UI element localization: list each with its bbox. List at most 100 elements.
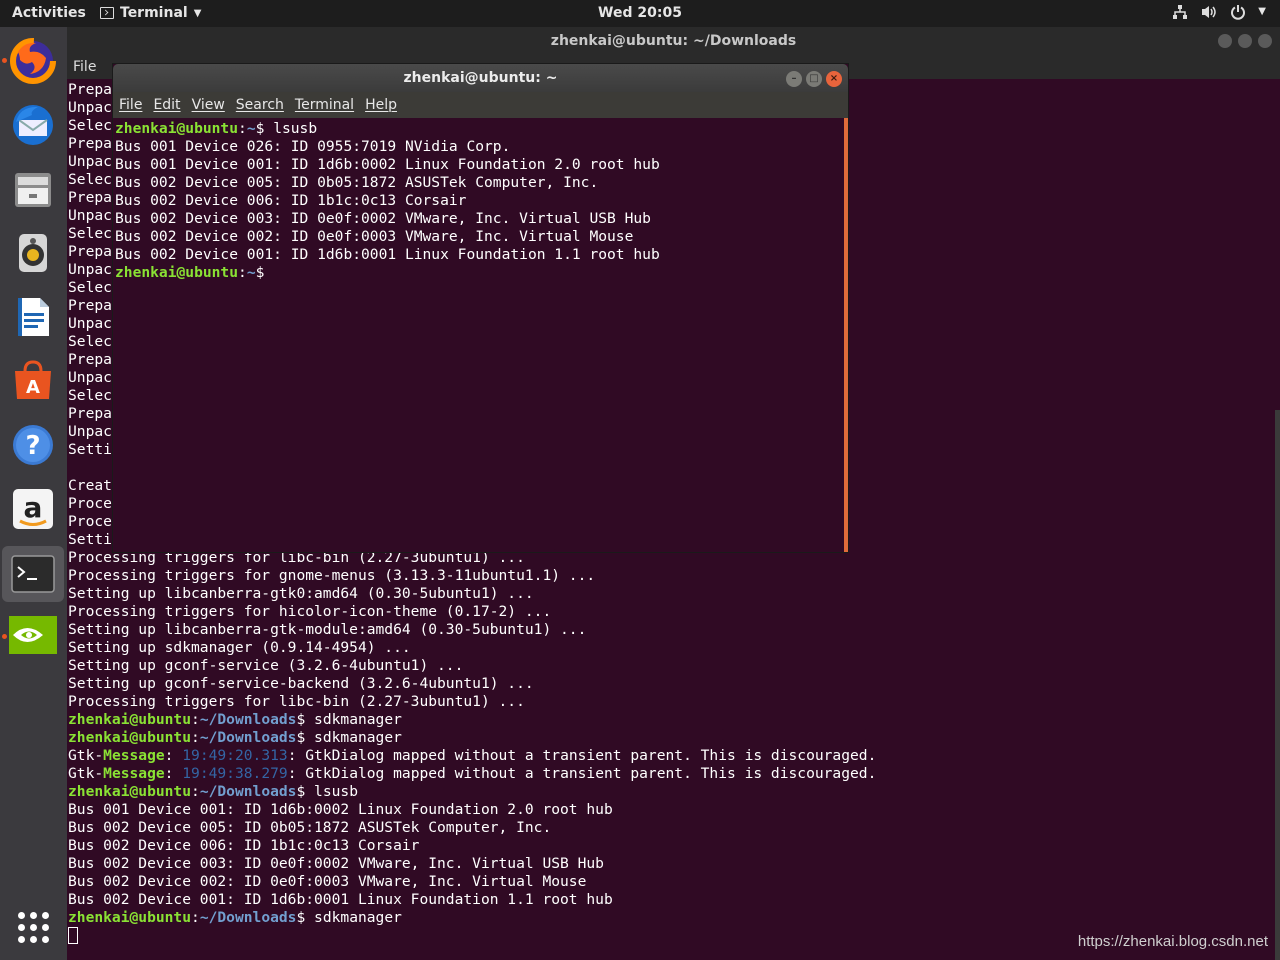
terminal-text: Processing triggers for libc-bin (2.27-3… [68,693,525,710]
prompt-path: ~/Downloads [199,909,297,926]
show-applications-button[interactable] [8,902,58,952]
terminal-output: zhenkai@ubuntu:~$ lsusb Bus 001 Device 02… [115,120,660,282]
dock-nvidia[interactable] [8,610,58,660]
terminal-line: Bus 001 Device 026: ID 0955:7019 NVidia … [115,138,660,156]
text-cursor [68,927,78,944]
menu-search[interactable]: Search [236,97,284,113]
dock-help[interactable]: ? [8,420,58,470]
dock-writer[interactable] [8,292,58,342]
activities-button[interactable]: Activities [12,5,86,21]
menu-view[interactable]: View [192,97,225,113]
terminal-text: Prepa [68,135,112,152]
prompt-user: zhenkai@ubuntu [68,909,192,926]
dock-software[interactable]: A [8,356,58,406]
terminal-text: Bus 002 Device 003: ID 0e0f:0002 VMware,… [68,855,604,872]
scrollbar[interactable] [844,118,848,552]
terminal-line: Bus 002 Device 001: ID 1d6b:0001 Linux F… [68,891,876,909]
command: lsusb [273,120,318,137]
timestamp: 19:49:20.313 [182,747,288,764]
menu-edit[interactable]: Edit [153,97,180,113]
app-menu-button[interactable]: Terminal ▼ [100,5,201,21]
minimize-button[interactable] [1218,34,1232,48]
terminal-text: Bus 002 Device 005: ID 0b05:1872 ASUSTek… [115,174,599,191]
terminal-text: Setti [68,441,112,458]
terminal-text: Unpac [68,369,112,386]
rhythmbox-icon [19,234,47,272]
prompt-user: zhenkai@ubuntu [68,783,192,800]
terminal-line: Bus 002 Device 006: ID 1b1c:0c13 Corsair [68,837,876,855]
chevron-down-icon: ▼ [1258,6,1266,17]
software-icon: A [15,360,51,399]
dock-terminal[interactable] [2,546,64,602]
command: sdkmanager [314,909,402,926]
terminal-text: Bus 002 Device 001: ID 1d6b:0001 Linux F… [115,246,660,263]
terminal-text: Bus 002 Device 006: ID 1b1c:0c13 Corsair [115,192,467,209]
terminal-text: Bus 002 Device 002: ID 0e0f:0003 VMware,… [68,873,587,890]
show-applications-icon [17,911,49,943]
terminal-text: Prepa [68,243,112,260]
menu-help[interactable]: Help [365,97,397,113]
terminal-text: Bus 002 Device 003: ID 0e0f:0002 VMware,… [115,210,651,227]
window-title: zhenkai@ubuntu: ~/Downloads [550,33,797,49]
window-titlebar[interactable]: zhenkai@ubuntu: ~/Downloads [67,27,1280,55]
terminal-text: Message [103,765,165,782]
running-indicator [2,634,7,639]
terminal-text: Selec [68,225,112,242]
dock: A ? a [0,27,67,960]
menu-terminal[interactable]: Terminal [295,97,354,113]
terminal-text: Bus 002 Device 006: ID 1b1c:0c13 Corsair [68,837,420,854]
dock-rhythmbox[interactable] [8,228,58,278]
prompt-path: ~ [246,120,256,137]
terminal-line: Bus 001 Device 001: ID 1d6b:0002 Linux F… [115,156,660,174]
terminal-line: Setting up gconf-service (3.2.6-4ubuntu1… [68,657,876,675]
terminal-line: Bus 002 Device 003: ID 0e0f:0002 VMware,… [68,855,876,873]
minimize-button[interactable]: – [786,71,802,87]
terminal-text: Setti [68,531,112,548]
terminal-text: Selec [68,279,112,296]
terminal-text: GtkDialog mapped without a transient par… [305,765,877,782]
window-titlebar[interactable]: zhenkai@ubuntu: ~ – □ × [113,64,848,92]
thunderbird-icon [13,105,53,145]
terminal-text: Unpac [68,261,112,278]
close-button[interactable] [1258,34,1272,48]
power-icon [1231,5,1246,20]
terminal-line: Bus 002 Device 001: ID 1d6b:0001 Linux F… [115,246,660,264]
terminal-text: Selec [68,117,112,134]
close-button[interactable]: × [826,71,842,87]
system-tray[interactable]: ▼ [1172,4,1266,20]
terminal-line: zhenkai@ubuntu:~$ [115,264,274,281]
prompt-path: ~ [246,264,256,281]
amazon-icon: a [13,489,53,529]
dock-amazon[interactable]: a [8,484,58,534]
terminal-line: Setting up gconf-service-backend (3.2.6-… [68,675,876,693]
terminal-small-icon [100,7,114,19]
clock[interactable]: Wed 20:05 [598,5,682,21]
terminal-text: Setting up sdkmanager (0.9.14-4954) ... [68,639,411,656]
prompt-user: zhenkai@ubuntu [115,264,239,281]
volume-icon [1202,6,1217,18]
dock-thunderbird[interactable] [8,100,58,150]
maximize-button[interactable] [1238,34,1252,48]
menu-file[interactable]: File [119,97,142,113]
terminal-text: Proce [68,495,112,512]
top-bar: Activities Terminal ▼ Wed 20:05 ▼ [0,0,1280,27]
terminal-line: zhenkai@ubuntu:~/Downloads$ lsusb [68,783,358,800]
maximize-button[interactable]: □ [806,71,822,87]
terminal-text: Creat [68,477,112,494]
scrollbar[interactable] [1275,410,1280,960]
terminal-text: Gtk- [68,765,104,782]
firefox-icon [10,38,56,84]
prompt-user: zhenkai@ubuntu [115,120,239,137]
dock-firefox[interactable] [8,36,58,86]
foreground-terminal-window[interactable]: zhenkai@ubuntu: ~ – □ × File Edit View S… [113,64,848,552]
terminal-icon [11,555,55,593]
terminal-text: Unpac [68,423,112,440]
terminal-line: Gtk-Message: 19:49:38.279: GtkDialog map… [68,765,877,782]
svg-text:a: a [24,491,43,524]
command: sdkmanager [314,729,402,746]
dock-files[interactable] [8,164,58,214]
terminal-line: Bus 002 Device 006: ID 1b1c:0c13 Corsair [115,192,660,210]
terminal-line: Setting up libcanberra-gtk0:amd64 (0.30-… [68,585,876,603]
terminal-text: Bus 001 Device 001: ID 1d6b:0002 Linux F… [115,156,660,173]
menu-file[interactable]: File [73,59,96,75]
